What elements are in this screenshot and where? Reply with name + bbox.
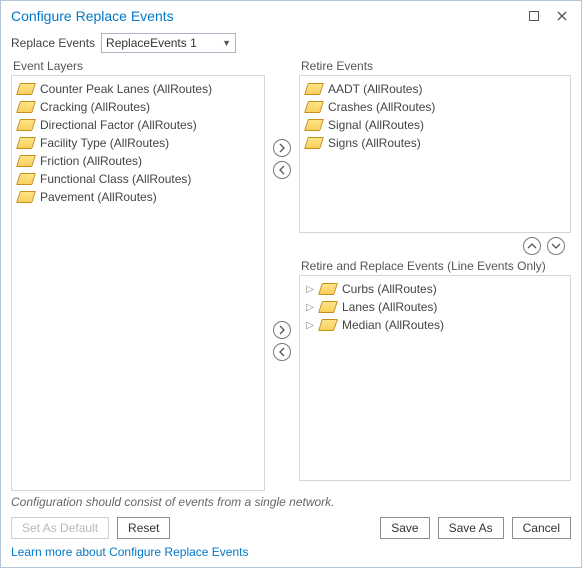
list-item[interactable]: ▷ Curbs (AllRoutes): [302, 280, 568, 298]
layer-icon: [304, 101, 324, 113]
list-item[interactable]: Crashes (AllRoutes): [302, 98, 568, 116]
move-retire-buttons: [269, 59, 295, 179]
retire-events-list[interactable]: AADT (AllRoutes) Crashes (AllRoutes) Signa…: [299, 75, 571, 233]
retire-replace-list[interactable]: ▷ Curbs (AllRoutes) ▷ Lanes (AllRoutes) ▷ Med…: [299, 275, 571, 481]
expand-icon[interactable]: ▷: [306, 320, 314, 331]
move-retire-replace-buttons: [269, 299, 295, 361]
hint-text: Configuration should consist of events f…: [1, 487, 581, 517]
list-item[interactable]: ▷ Median (AllRoutes): [302, 316, 568, 334]
chevron-down-icon: ▼: [222, 38, 231, 48]
right-column: Retire Events AADT (AllRoutes) Crashes (A…: [299, 59, 571, 487]
list-item-label: Curbs (AllRoutes): [342, 282, 437, 296]
layer-icon: [304, 137, 324, 149]
list-item-label: Counter Peak Lanes (AllRoutes): [40, 82, 212, 96]
list-item-label: Friction (AllRoutes): [40, 154, 142, 168]
move-right-button[interactable]: [273, 139, 291, 157]
layer-icon: [16, 191, 36, 203]
layer-icon: [318, 319, 338, 331]
maximize-icon[interactable]: [527, 9, 541, 23]
list-item[interactable]: Facility Type (AllRoutes): [14, 134, 262, 152]
list-item-label: Lanes (AllRoutes): [342, 300, 437, 314]
layer-icon: [16, 173, 36, 185]
reset-button[interactable]: Reset: [117, 517, 170, 539]
layer-icon: [16, 155, 36, 167]
list-item-label: AADT (AllRoutes): [328, 82, 422, 96]
move-left-button-2[interactable]: [273, 343, 291, 361]
layer-icon: [304, 119, 324, 131]
window-title: Configure Replace Events: [11, 8, 527, 24]
list-item[interactable]: Signs (AllRoutes): [302, 134, 568, 152]
expand-icon[interactable]: ▷: [306, 302, 314, 313]
event-layers-list[interactable]: Counter Peak Lanes (AllRoutes) Cracking (…: [11, 75, 265, 491]
list-item[interactable]: Pavement (AllRoutes): [14, 188, 262, 206]
list-item-label: Pavement (AllRoutes): [40, 190, 157, 204]
move-left-button[interactable]: [273, 161, 291, 179]
close-icon[interactable]: [555, 9, 569, 23]
list-item-label: Directional Factor (AllRoutes): [40, 118, 197, 132]
list-item[interactable]: ▷ Lanes (AllRoutes): [302, 298, 568, 316]
layer-icon: [16, 119, 36, 131]
save-button[interactable]: Save: [380, 517, 429, 539]
set-default-button: Set As Default: [11, 517, 109, 539]
save-as-button[interactable]: Save As: [438, 517, 504, 539]
list-item[interactable]: Cracking (AllRoutes): [14, 98, 262, 116]
layer-icon: [16, 83, 36, 95]
combo-row: Replace Events ReplaceEvents 1 ▼: [1, 29, 581, 59]
list-item[interactable]: Counter Peak Lanes (AllRoutes): [14, 80, 262, 98]
list-item-label: Signal (AllRoutes): [328, 118, 424, 132]
dialog-window: Configure Replace Events Replace Events …: [0, 0, 582, 568]
learn-more-link[interactable]: Learn more about Configure Replace Event…: [1, 545, 581, 567]
main-columns: Event Layers Counter Peak Lanes (AllRout…: [1, 59, 581, 487]
move-up-button[interactable]: [523, 237, 541, 255]
retire-replace-label: Retire and Replace Events (Line Events O…: [301, 259, 571, 273]
list-item-label: Crashes (AllRoutes): [328, 100, 435, 114]
expand-icon[interactable]: ▷: [306, 284, 314, 295]
retire-events-label: Retire Events: [301, 59, 571, 73]
layer-icon: [304, 83, 324, 95]
layer-icon: [16, 101, 36, 113]
cancel-button[interactable]: Cancel: [512, 517, 571, 539]
list-item-label: Cracking (AllRoutes): [40, 100, 150, 114]
layer-icon: [318, 283, 338, 295]
list-item[interactable]: AADT (AllRoutes): [302, 80, 568, 98]
list-item-label: Median (AllRoutes): [342, 318, 444, 332]
move-down-button[interactable]: [547, 237, 565, 255]
list-item-label: Signs (AllRoutes): [328, 136, 421, 150]
move-right-button-2[interactable]: [273, 321, 291, 339]
reorder-buttons: [299, 233, 571, 259]
list-item[interactable]: Friction (AllRoutes): [14, 152, 262, 170]
footer-buttons: Set As Default Reset Save Save As Cancel: [1, 517, 581, 545]
list-item-label: Functional Class (AllRoutes): [40, 172, 191, 186]
replace-events-combo[interactable]: ReplaceEvents 1 ▼: [101, 33, 236, 53]
event-layers-column: Event Layers Counter Peak Lanes (AllRout…: [11, 59, 265, 487]
list-item[interactable]: Functional Class (AllRoutes): [14, 170, 262, 188]
layer-icon: [16, 137, 36, 149]
list-item[interactable]: Directional Factor (AllRoutes): [14, 116, 262, 134]
list-item[interactable]: Signal (AllRoutes): [302, 116, 568, 134]
list-item-label: Facility Type (AllRoutes): [40, 136, 169, 150]
combo-label: Replace Events: [11, 36, 95, 50]
event-layers-label: Event Layers: [13, 59, 265, 73]
layer-icon: [318, 301, 338, 313]
titlebar: Configure Replace Events: [1, 1, 581, 29]
combo-value: ReplaceEvents 1: [106, 36, 222, 50]
window-controls: [527, 9, 573, 23]
